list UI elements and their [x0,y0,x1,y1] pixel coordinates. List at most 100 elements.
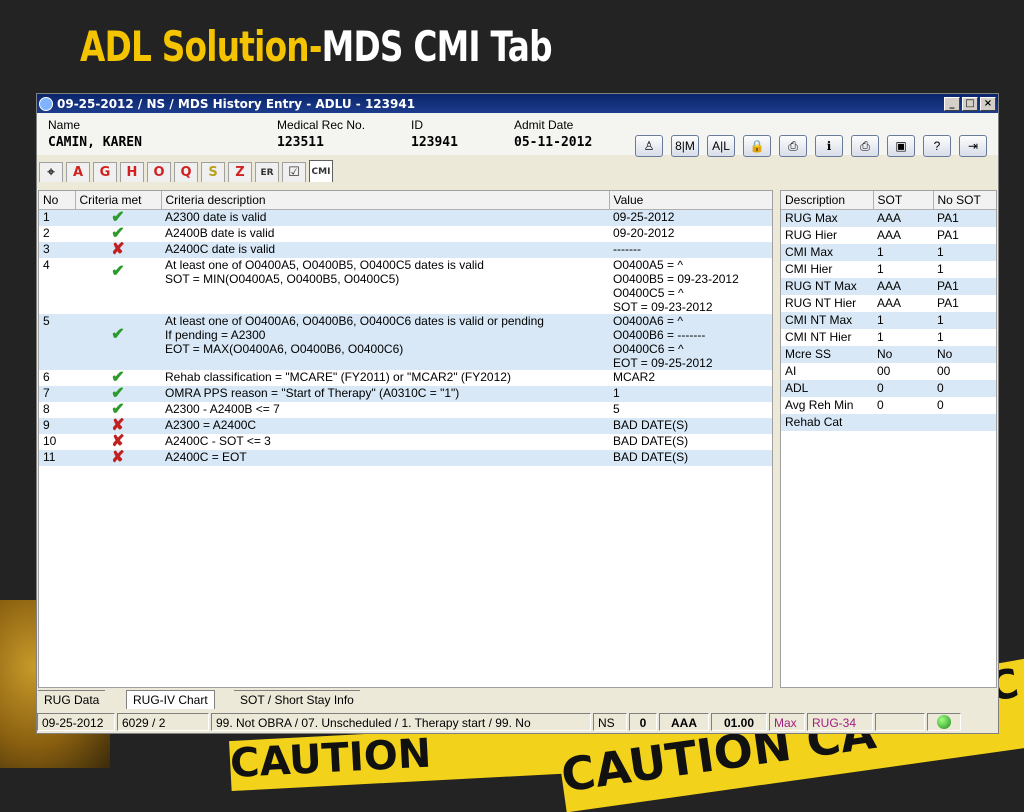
printer-icon: ⎙ [860,138,870,153]
maximize-button[interactable]: □ [962,96,978,111]
summary-row[interactable]: CMI Max 1 1 [781,244,996,261]
tab-check[interactable]: ☑ [282,162,306,182]
summary-row[interactable]: RUG Max AAA PA1 [781,209,996,227]
cell-no: 3 [39,242,75,258]
summary-cell-nosot: 1 [933,244,996,261]
status-rug-version: RUG-34 [807,713,873,731]
summary-row[interactable]: RUG Hier AAA PA1 [781,227,996,244]
cell-description: A2300 - A2400B <= 7 [165,402,280,416]
summary-cell-desc: AI [785,364,797,378]
summary-cell-sot: 1 [877,262,884,276]
tab-a[interactable]: A [66,162,90,182]
summary-cell-sot: 0 [873,380,933,397]
help-button[interactable]: ? [923,135,951,157]
table-row[interactable]: 10 ✘ A2400C - SOT <= 3 BAD DATE(S) [39,434,772,450]
summary-cell-sot: AAA [877,228,902,242]
cell-no: 2 [43,226,50,240]
summary-row[interactable]: AI 00 00 [781,363,996,380]
summary-cell-desc: RUG Hier [785,228,838,242]
tab-s[interactable]: S [201,162,225,182]
status-date: 09-25-2012 [37,713,115,731]
col-header-sot[interactable]: SOT [873,191,934,210]
tab-cmi[interactable]: CMI [309,160,333,182]
status-bar: 09-25-2012 6029 / 2 99. Not OBRA / 07. U… [37,711,998,733]
lock-button[interactable]: 🔒 [743,135,771,157]
col-header-desc[interactable]: Criteria description [161,191,610,210]
col-header-nosot[interactable]: No SOT [933,191,996,210]
tab-z[interactable]: Z [228,162,252,182]
table-row[interactable]: 2 ✔ A2400B date is valid 09-20-2012 [39,225,772,242]
tab-h[interactable]: H [120,162,144,182]
summary-cell-nosot: 1 [933,312,996,329]
summary-row[interactable]: CMI Hier 1 1 [781,261,996,278]
col-header-value[interactable]: Value [609,191,772,210]
table-row[interactable]: 7 ✔ OMRA PPS reason = "Start of Therapy" (… [39,386,772,402]
check-icon: ✔ [111,225,125,242]
table-row[interactable]: 4 ✔ At least one of O0400A5, O0400B5, O040… [39,258,772,314]
summary-row[interactable]: CMI NT Hier 1 1 [781,329,996,346]
cell-value: 09-25-2012 [609,209,772,226]
slide-title-part2: MDS CMI Tab [321,22,553,71]
person-button[interactable]: ♙ [635,135,663,157]
window-title: 09-25-2012 / NS / MDS History Entry - AD… [57,96,416,111]
table-row[interactable]: 5 ✔ At least one of O0400A6, O0400B6, O040… [39,314,772,370]
summary-row[interactable]: ADL 0 0 [781,380,996,397]
print-preview-icon: ⎙ [788,138,798,153]
printer-button[interactable]: ⎙ [851,135,879,157]
summary-row[interactable]: Mcre SS No No [781,346,996,363]
window-titlebar[interactable]: 09-25-2012 / NS / MDS History Entry - AD… [37,94,998,113]
col-header-no[interactable]: No [39,191,76,210]
table-row[interactable]: 11 ✘ A2400C = EOT BAD DATE(S) [39,450,772,466]
summary-row[interactable]: Avg Reh Min 0 0 [781,397,996,414]
sort-button[interactable]: 8|M [671,135,699,157]
cell-description: A2400B date is valid [165,226,275,240]
minimize-button[interactable]: _ [944,96,960,111]
summary-row[interactable]: CMI NT Max 1 1 [781,312,996,329]
tab-g[interactable]: G [93,162,117,182]
print-preview-button[interactable]: ⎙ [779,135,807,157]
exit-icon: ⇥ [967,139,979,153]
summary-cell-desc: CMI Max [781,244,873,261]
cell-value: 09-20-2012 [613,226,675,240]
info-button[interactable]: ℹ [815,135,843,157]
check-icon: ✔ [111,401,125,418]
tab-q[interactable]: Q [174,162,198,182]
summary-cell-sot: 0 [877,398,884,412]
status-empty [875,713,925,731]
azlist-button[interactable]: A|L [707,135,735,157]
app-window: 09-25-2012 / NS / MDS History Entry - AD… [36,93,999,734]
tab-o[interactable]: O [147,162,171,182]
check-icon: ✔ [111,263,125,280]
cell-no: 9 [39,418,75,434]
tab-rug-data[interactable]: RUG Data [38,690,106,709]
summary-row[interactable]: RUG NT Hier AAA PA1 [781,295,996,312]
col-header-met[interactable]: Criteria met [75,191,162,210]
person-icon: ♙ [643,139,655,153]
tab-er[interactable]: ER [255,162,279,182]
azlist-icon: A|L [712,139,730,153]
summary-cell-desc: RUG NT Max [781,278,873,295]
table-row[interactable]: 1 ✔ A2300 date is valid 09-25-2012 [39,209,772,226]
col-header-description[interactable]: Description [781,191,874,210]
summary-cell-sot: AAA [873,209,933,227]
tab-sot-short-stay[interactable]: SOT / Short Stay Info [234,690,360,709]
cell-no: 8 [43,402,50,416]
table-row[interactable]: 3 ✘ A2400C date is valid ------- [39,242,772,258]
cell-description: OMRA PPS reason = "Start of Therapy" (A0… [161,386,609,402]
summary-row[interactable]: RUG NT Max AAA PA1 [781,278,996,295]
exit-button[interactable]: ⇥ [959,135,987,157]
cell-value: ------- [609,242,772,258]
tab-rug-iv-chart[interactable]: RUG-IV Chart [126,690,215,709]
book-button[interactable]: ▣ [887,135,915,157]
cell-value: O0400A5 = ^ O0400B5 = 09-23-2012 O0400C5… [613,258,739,314]
summary-row[interactable]: Rehab Cat [781,414,996,431]
close-button[interactable]: × [980,96,996,111]
criteria-grid: No Criteria met Criteria description Val… [38,190,773,688]
table-row[interactable]: 8 ✔ A2300 - A2400B <= 7 5 [39,401,772,418]
status-max: Max [769,713,805,731]
table-row[interactable]: 6 ✔ Rehab classification = "MCARE" (FY2011… [39,370,772,386]
table-row[interactable]: 9 ✘ A2300 = A2400C BAD DATE(S) [39,418,772,434]
check-icon: ✔ [75,209,161,226]
x-icon: ✘ [75,418,161,434]
tab-tools[interactable]: ⌖ [39,162,63,182]
